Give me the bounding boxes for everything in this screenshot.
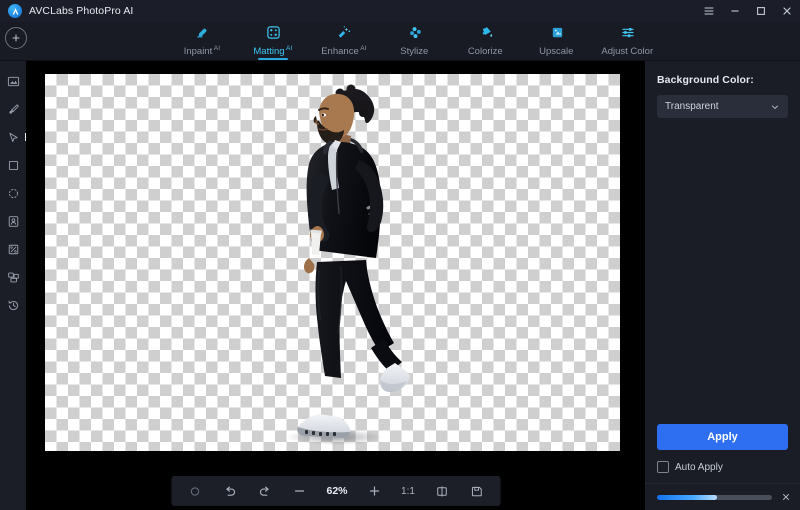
progress-fill (657, 494, 717, 500)
tab-colorize-label: Colorize (467, 46, 503, 57)
background-color-select[interactable]: Transparent (657, 95, 788, 118)
tab-inpaint-label: Inpaint AI (183, 44, 221, 57)
auto-apply-checkbox[interactable] (657, 461, 669, 473)
tab-upscale[interactable]: Upscale (522, 22, 593, 60)
active-tab-indicator (258, 58, 288, 60)
feature-toolbar: Inpaint AI Matting AI Enhance AI Stylize… (0, 22, 800, 61)
tab-colorize[interactable]: Colorize (451, 22, 522, 60)
canvas-stage[interactable]: 62% 1:1 (26, 61, 645, 510)
apply-button[interactable]: Apply (657, 424, 788, 450)
square-icon (8, 160, 18, 170)
sidebar-item-portrait-tool[interactable] (0, 207, 26, 235)
chevron-down-icon (770, 102, 780, 112)
tab-inpaint[interactable]: Inpaint AI (167, 22, 238, 60)
zoom-in-button[interactable] (357, 476, 392, 506)
avclabs-logo-icon (8, 4, 22, 18)
upscale-icon (550, 25, 565, 41)
inpaint-icon (195, 25, 210, 41)
tab-matting[interactable]: Matting AI (238, 22, 309, 60)
pattern-icon (8, 244, 18, 254)
main-body: 62% 1:1 Background Color: Transparent Ap… (0, 61, 800, 510)
tab-enhance-label: Enhance AI (321, 44, 367, 57)
progress-close-icon[interactable] (781, 492, 791, 502)
tab-upscale-label: Upscale (539, 46, 574, 57)
sidebar-item-ellipse-tool[interactable] (0, 179, 26, 207)
add-image-button[interactable] (5, 27, 27, 49)
auto-apply-row[interactable]: Auto Apply (657, 461, 800, 473)
panel-spacer (645, 118, 800, 424)
sidebar-item-pattern-tool[interactable] (0, 235, 26, 263)
background-color-label: Background Color: (657, 74, 754, 86)
zoom-level[interactable]: 62% (317, 476, 357, 506)
redo-button[interactable] (247, 476, 282, 506)
adjust-color-icon (620, 25, 636, 41)
history-clock-icon (8, 300, 18, 310)
person-frame-icon (8, 215, 18, 227)
background-color-value: Transparent (665, 101, 719, 112)
sidebar-item-select-tool[interactable] (0, 123, 27, 151)
tab-list: Inpaint AI Matting AI Enhance AI Stylize… (137, 22, 664, 60)
sidebar-item-image-tool[interactable] (0, 67, 26, 95)
tab-stylize[interactable]: Stylize (380, 22, 451, 60)
brush-icon (8, 104, 19, 114)
application-window: AVCLabs PhotoPro AI Inpaint AI Matting A… (0, 0, 800, 510)
cutout-subject (275, 80, 475, 448)
colorize-icon (479, 25, 494, 41)
tab-matting-label: Matting AI (253, 44, 293, 57)
close-icon[interactable] (774, 0, 800, 22)
menu-icon[interactable] (696, 0, 722, 22)
progress-track (657, 494, 772, 500)
tab-stylize-label: Stylize (400, 46, 429, 57)
reset-view-button[interactable] (177, 476, 212, 506)
image-canvas[interactable] (45, 74, 620, 451)
tab-enhance[interactable]: Enhance AI (309, 22, 380, 60)
image-icon (7, 76, 19, 86)
properties-panel: Background Color: Transparent Apply Auto… (645, 61, 800, 510)
sidebar-item-history-tool[interactable] (0, 291, 26, 319)
auto-apply-label: Auto Apply (675, 461, 723, 473)
matting-icon (266, 25, 281, 41)
progress-row (645, 483, 800, 510)
maximize-icon[interactable] (748, 0, 774, 22)
stylize-icon (408, 25, 423, 41)
tools-sidebar (0, 61, 27, 510)
title-bar: AVCLabs PhotoPro AI (0, 0, 800, 22)
layers-icon (7, 272, 19, 282)
enhance-icon (336, 25, 352, 41)
sidebar-item-layers-tool[interactable] (0, 263, 26, 291)
canvas-bottom-toolbar: 62% 1:1 (171, 476, 500, 506)
actual-size-button[interactable]: 1:1 (392, 476, 424, 506)
save-button[interactable] (459, 476, 494, 506)
compare-split-icon[interactable] (424, 476, 459, 506)
window-title: AVCLabs PhotoPro AI (29, 5, 134, 17)
circle-dashed-icon (8, 188, 18, 198)
tab-adjust-color[interactable]: Adjust Color (593, 22, 664, 60)
sidebar-item-rectangle-tool[interactable] (0, 151, 26, 179)
minimize-icon[interactable] (722, 0, 748, 22)
zoom-out-button[interactable] (282, 476, 317, 506)
undo-button[interactable] (212, 476, 247, 506)
sidebar-item-brush-tool[interactable] (0, 95, 26, 123)
cursor-arrow-icon (9, 132, 18, 142)
tab-adjust-color-label: Adjust Color (601, 46, 654, 57)
window-controls (696, 0, 800, 22)
